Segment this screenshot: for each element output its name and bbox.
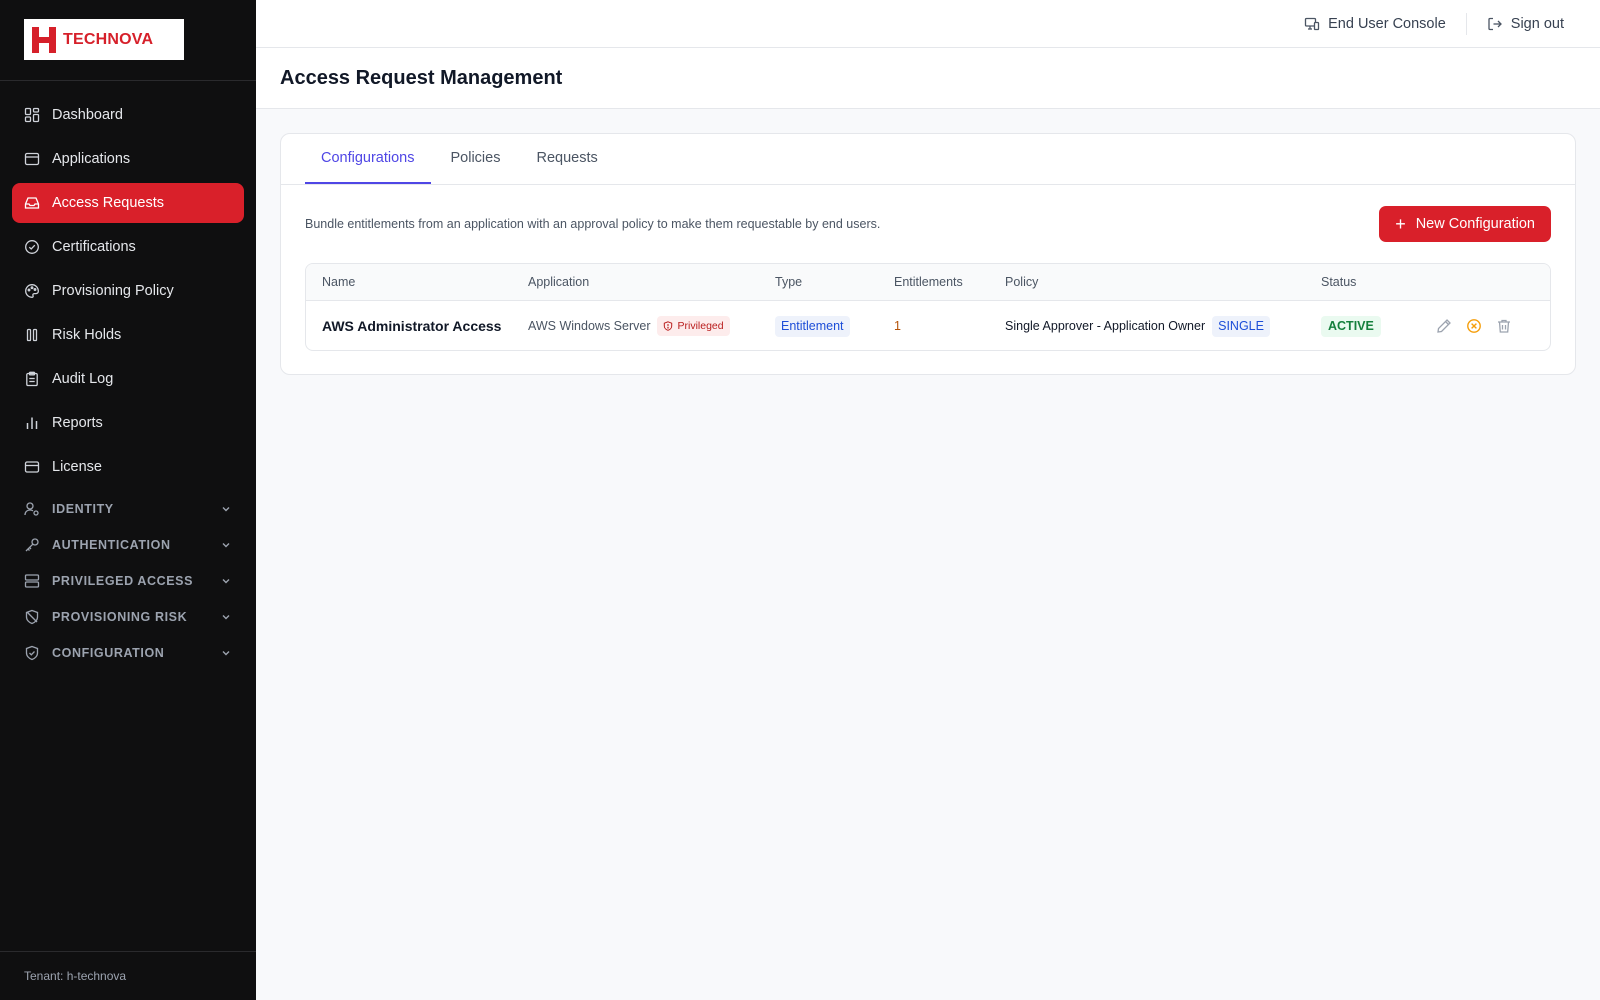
topbar-divider <box>1465 12 1467 35</box>
sidebar-item-label: Certifications <box>52 239 136 255</box>
chevron-down-icon <box>220 647 232 659</box>
sidebar-section-label: CONFIGURATION <box>52 646 165 660</box>
privileged-badge: Privileged <box>657 316 730 336</box>
sidebar-item-dashboard[interactable]: Dashboard <box>12 95 244 135</box>
page-header: Access Request Management <box>256 48 1600 109</box>
sidebar-item-license[interactable]: License <box>12 447 244 487</box>
end-user-console-label: End User Console <box>1328 15 1446 32</box>
sidebar-item-applications[interactable]: Applications <box>12 139 244 179</box>
sidebar-item-certifications[interactable]: Certifications <box>12 227 244 267</box>
sidebar-item-audit-log[interactable]: Audit Log <box>12 359 244 399</box>
new-configuration-button[interactable]: + New Configuration <box>1379 206 1551 242</box>
sidebar-section-label: PRIVILEGED ACCESS <box>52 574 194 588</box>
inbox-tray-icon <box>24 195 40 211</box>
policy-name: Single Approver - Application Owner <box>1005 319 1206 333</box>
sidebar-item-label: Risk Holds <box>52 327 122 343</box>
sidebar-section-authentication[interactable]: AUTHENTICATION <box>12 527 244 563</box>
sidebar-section-provisioning-risk[interactable]: PROVISIONING RISK <box>12 599 244 635</box>
brand-logo[interactable]: TECHNOVA <box>24 19 184 60</box>
tab-requests[interactable]: Requests <box>520 133 613 184</box>
chevron-down-icon <box>220 611 232 623</box>
bar-chart-icon <box>24 415 40 431</box>
sidebar-item-reports[interactable]: Reports <box>12 403 244 443</box>
brand-name: TECHNOVA <box>63 30 154 48</box>
sidebar-item-label: Reports <box>52 415 103 431</box>
configurations-toolbar: Bundle entitlements from an application … <box>281 185 1575 263</box>
sidebar-item-label: License <box>52 459 102 475</box>
user-gear-icon <box>24 501 40 517</box>
page-title: Access Request Management <box>280 66 563 89</box>
new-configuration-label: New Configuration <box>1415 216 1535 232</box>
edit-icon[interactable] <box>1436 318 1452 334</box>
sidebar-item-label: Provisioning Policy <box>52 283 174 299</box>
column-header-application[interactable]: Application <box>528 275 775 289</box>
row-actions <box>1436 318 1550 334</box>
sidebar-item-label: Audit Log <box>52 371 114 387</box>
devices-icon <box>1304 17 1320 30</box>
sidebar-section-label: IDENTITY <box>52 502 114 516</box>
column-header-type[interactable]: Type <box>775 275 894 289</box>
privileged-badge-label: Privileged <box>677 320 724 332</box>
sidebar-nav: Dashboard Applications Access Requests C… <box>0 81 256 671</box>
topbar: End User Console Sign out <box>256 0 1600 48</box>
pause-icon <box>24 327 40 343</box>
entitlements-count: 1 <box>894 319 901 333</box>
table-row[interactable]: AWS Administrator Access AWS Windows Ser… <box>306 301 1550 350</box>
tenant-label: Tenant: h-technova <box>0 951 256 1000</box>
sidebar-section-label: AUTHENTICATION <box>52 538 171 552</box>
plus-icon: + <box>1395 214 1406 234</box>
shield-off-icon <box>24 609 40 625</box>
sign-out-label: Sign out <box>1510 15 1564 32</box>
sign-out-icon <box>1488 17 1502 30</box>
app-window-icon <box>24 151 40 167</box>
column-header-name[interactable]: Name <box>306 275 528 289</box>
trash-icon[interactable] <box>1496 318 1512 334</box>
sidebar-item-label: Applications <box>52 151 131 167</box>
configurations-table: Name Application Type Entitlements Polic… <box>305 263 1551 351</box>
brand-logo-mark <box>32 26 56 53</box>
sidebar-item-label: Dashboard <box>52 107 123 123</box>
deactivate-icon[interactable] <box>1466 318 1482 334</box>
tab-policies[interactable]: Policies <box>435 133 517 184</box>
sidebar-item-access-requests[interactable]: Access Requests <box>12 183 244 223</box>
check-circle-icon <box>24 239 40 255</box>
chevron-down-icon <box>220 575 232 587</box>
credit-card-icon <box>24 459 40 475</box>
application-name: AWS Windows Server <box>528 319 651 333</box>
sidebar-item-provisioning-policy[interactable]: Provisioning Policy <box>12 271 244 311</box>
sidebar-section-identity[interactable]: IDENTITY <box>12 491 244 527</box>
key-icon <box>24 537 40 553</box>
sidebar-section-configuration[interactable]: CONFIGURATION <box>12 635 244 671</box>
sign-out-link[interactable]: Sign out <box>1487 16 1564 32</box>
type-badge: Entitlement <box>775 315 850 337</box>
column-header-policy[interactable]: Policy <box>1005 275 1321 289</box>
dashboard-grid-icon <box>24 107 40 123</box>
shield-check-icon <box>24 645 40 661</box>
palette-icon <box>24 283 40 299</box>
sidebar: TECHNOVA Dashboard Applications Access R… <box>0 0 256 1000</box>
tab-configurations[interactable]: Configurations <box>305 133 431 184</box>
sidebar-item-label: Access Requests <box>52 195 165 211</box>
configuration-name[interactable]: AWS Administrator Access <box>322 318 501 334</box>
tab-bar: Configurations Policies Requests <box>281 134 1575 185</box>
chevron-down-icon <box>220 503 232 515</box>
policy-type-badge: SINGLE <box>1212 315 1270 337</box>
configurations-card: Configurations Policies Requests Bundle … <box>280 133 1576 375</box>
shield-alert-icon <box>664 321 673 331</box>
configurations-description: Bundle entitlements from an application … <box>305 217 881 231</box>
status-badge: ACTIVE <box>1321 315 1381 337</box>
clipboard-icon <box>24 371 40 387</box>
end-user-console-link[interactable]: End User Console <box>1304 16 1446 32</box>
column-header-status[interactable]: Status <box>1321 275 1436 289</box>
sidebar-section-privileged-access[interactable]: PRIVILEGED ACCESS <box>12 563 244 599</box>
sidebar-section-label: PROVISIONING RISK <box>52 610 188 624</box>
logo-area: TECHNOVA <box>0 0 256 81</box>
table-header: Name Application Type Entitlements Polic… <box>306 264 1550 301</box>
chevron-down-icon <box>220 539 232 551</box>
server-icon <box>24 573 40 589</box>
column-header-entitlements[interactable]: Entitlements <box>894 275 1005 289</box>
sidebar-item-risk-holds[interactable]: Risk Holds <box>12 315 244 355</box>
